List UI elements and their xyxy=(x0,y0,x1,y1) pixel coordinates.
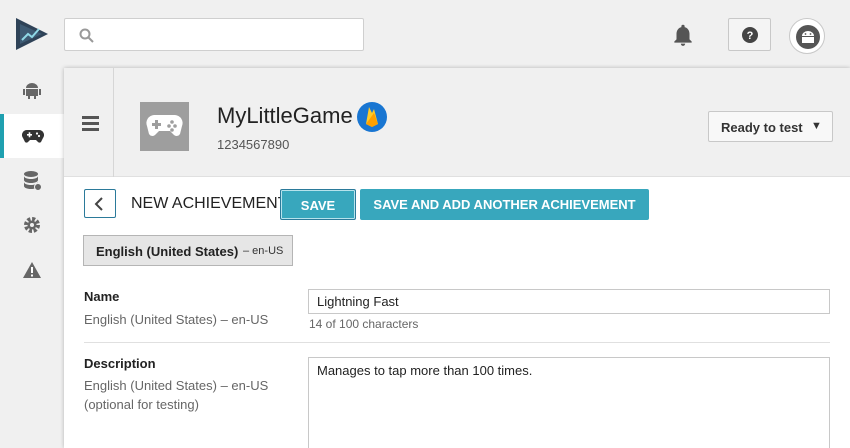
side-rail xyxy=(0,68,64,448)
svg-text:?: ? xyxy=(747,30,754,42)
bell-icon[interactable] xyxy=(670,22,696,48)
gamepad-icon xyxy=(146,115,183,136)
account-avatar-button[interactable] xyxy=(789,18,825,54)
rail-item-all-apps[interactable] xyxy=(0,68,64,112)
chevron-down-icon: ▼ xyxy=(811,120,822,132)
language-tab-code: – en-US xyxy=(243,245,284,257)
name-locale: English (United States) – en-US xyxy=(84,312,269,327)
warning-icon xyxy=(23,262,41,278)
help-icon: ? xyxy=(742,27,758,43)
language-tab-en-us[interactable]: English (United States) – en-US xyxy=(83,235,293,266)
gear-icon xyxy=(24,217,40,233)
rail-item-game-services[interactable] xyxy=(0,114,64,158)
description-note: (optional for testing) xyxy=(84,397,199,412)
back-button[interactable] xyxy=(84,189,116,218)
play-console-logo-icon[interactable] xyxy=(14,16,50,52)
app-title: MyLittleGame xyxy=(217,103,353,128)
database-icon xyxy=(24,171,42,191)
rail-item-data[interactable] xyxy=(0,158,64,202)
app-id: 1234567890 xyxy=(217,137,290,152)
rail-item-settings[interactable] xyxy=(0,203,64,247)
search-input[interactable] xyxy=(105,25,355,45)
main-panel: MyLittleGame 1234567890 Ready to test ▼ … xyxy=(64,68,850,448)
hamburger-menu-icon[interactable] xyxy=(64,68,114,177)
android-icon xyxy=(23,83,41,99)
app-header: MyLittleGame 1234567890 Ready to test ▼ xyxy=(64,68,850,177)
gamepad-icon xyxy=(22,130,44,143)
search-icon xyxy=(79,28,94,43)
save-button[interactable]: SAVE xyxy=(280,189,356,220)
description-locale: English (United States) – en-US xyxy=(84,378,269,393)
search-box[interactable] xyxy=(64,18,364,51)
app-icon xyxy=(140,102,189,151)
description-label: Description xyxy=(84,356,156,371)
save-and-add-another-button[interactable]: SAVE AND ADD ANOTHER ACHIEVEMENT xyxy=(360,189,649,220)
status-label: Ready to test xyxy=(721,120,803,135)
rail-item-alerts[interactable] xyxy=(0,248,64,292)
divider xyxy=(84,342,830,343)
top-bar: ? xyxy=(0,0,850,68)
name-input[interactable] xyxy=(308,289,830,314)
page-title: NEW ACHIEVEMENT xyxy=(131,195,288,212)
status-dropdown[interactable]: Ready to test ▼ xyxy=(708,111,833,142)
name-label: Name xyxy=(84,289,120,304)
help-button[interactable]: ? xyxy=(728,18,771,51)
name-character-count: 14 of 100 characters xyxy=(309,317,419,331)
android-avatar-icon xyxy=(796,25,820,49)
description-textarea[interactable]: Manages to tap more than 100 times. xyxy=(308,357,830,448)
chevron-left-icon xyxy=(94,197,103,211)
firebase-icon[interactable] xyxy=(357,102,387,132)
language-tab-name: English (United States) xyxy=(96,244,239,259)
